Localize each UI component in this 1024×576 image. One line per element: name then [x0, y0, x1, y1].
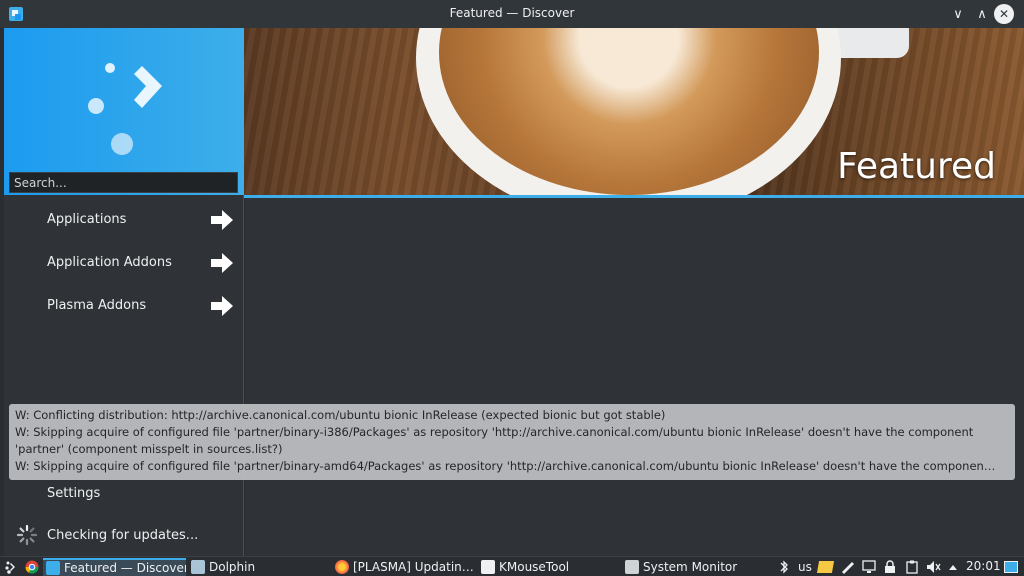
chrome-icon	[25, 560, 39, 574]
cup-handle-image	[834, 28, 909, 58]
sidebar-item-plasma-addons[interactable]: Plasma Addons	[4, 286, 244, 326]
dolphin-icon	[191, 560, 205, 574]
taskbar: Featured — Discover Dolphin [PLASMA] Upd…	[0, 556, 1024, 576]
network-icon[interactable]	[862, 559, 878, 575]
main-content	[245, 198, 1024, 556]
sidebar-item-label: Plasma Addons	[47, 298, 147, 313]
notes-icon[interactable]	[816, 559, 835, 575]
clock[interactable]: 20:01	[966, 559, 1001, 573]
task-discover[interactable]: Featured — Discover	[43, 558, 186, 576]
sidebar-item-application-addons[interactable]: Application Addons	[4, 243, 244, 283]
application-launcher-icon[interactable]	[3, 559, 19, 575]
volume-muted-icon[interactable]	[926, 559, 942, 575]
task-label: [PLASMA] Updatin…	[353, 560, 474, 574]
notification-message[interactable]: W: Conflicting distribution: http://arch…	[9, 404, 1015, 480]
sidebar-item-settings[interactable]: Settings	[4, 480, 244, 508]
arrow-right-icon	[211, 253, 233, 273]
notification-line: 'partner' (component misspelt in sources…	[15, 442, 283, 456]
sidebar-item-label: Application Addons	[47, 255, 172, 270]
task-label: Featured — Discover	[64, 561, 186, 575]
lock-icon[interactable]	[884, 559, 896, 575]
task-kmousetool[interactable]: KMouseTool	[478, 558, 620, 576]
notification-line: W: Skipping acquire of configured file '…	[15, 425, 974, 439]
kmousetool-icon	[481, 560, 495, 574]
minimize-button[interactable]: ∨	[948, 4, 968, 24]
discover-logo-icon	[88, 63, 162, 155]
task-plasma-updating[interactable]: [PLASMA] Updatin…	[332, 558, 474, 576]
arrow-right-icon	[211, 296, 233, 316]
sidebar-item-applications[interactable]: Applications	[4, 200, 244, 240]
arrow-right-icon	[211, 210, 233, 230]
close-button[interactable]: ✕	[994, 4, 1014, 24]
notification-line: W: Conflicting distribution: http://arch…	[15, 408, 666, 422]
notification-line: W: Skipping acquire of configured file '…	[15, 459, 996, 473]
loading-spinner-icon	[16, 524, 38, 546]
title-bar: Featured — Discover ∨ ∧ ✕	[0, 0, 1024, 28]
discover-logo-area	[4, 28, 244, 195]
settings-label: Settings	[47, 486, 101, 501]
firefox-icon	[335, 560, 349, 574]
pen-icon[interactable]	[840, 559, 856, 575]
search-input[interactable]	[9, 172, 238, 193]
chrome-launcher[interactable]	[22, 558, 42, 576]
task-system-monitor[interactable]: System Monitor	[622, 558, 764, 576]
maximize-button[interactable]: ∧	[972, 4, 992, 24]
tray-expand-icon[interactable]	[948, 559, 958, 575]
update-status: Checking for updates...	[4, 520, 244, 552]
keyboard-layout[interactable]: us	[798, 559, 812, 575]
clipboard-icon[interactable]	[906, 559, 918, 575]
header-banner: Featured	[244, 28, 1024, 195]
bluetooth-icon[interactable]	[778, 559, 790, 575]
task-label: Dolphin	[209, 560, 256, 574]
page-title: Featured	[837, 146, 996, 187]
task-dolphin[interactable]: Dolphin	[188, 558, 330, 576]
sidebar-item-label: Applications	[47, 212, 127, 227]
status-label: Checking for updates...	[47, 528, 199, 543]
task-label: KMouseTool	[499, 560, 570, 574]
show-desktop-icon[interactable]	[1004, 559, 1018, 575]
system-monitor-icon	[625, 560, 639, 574]
discover-icon	[46, 561, 60, 575]
window-title: Featured — Discover	[449, 6, 575, 20]
task-label: System Monitor	[643, 560, 738, 574]
